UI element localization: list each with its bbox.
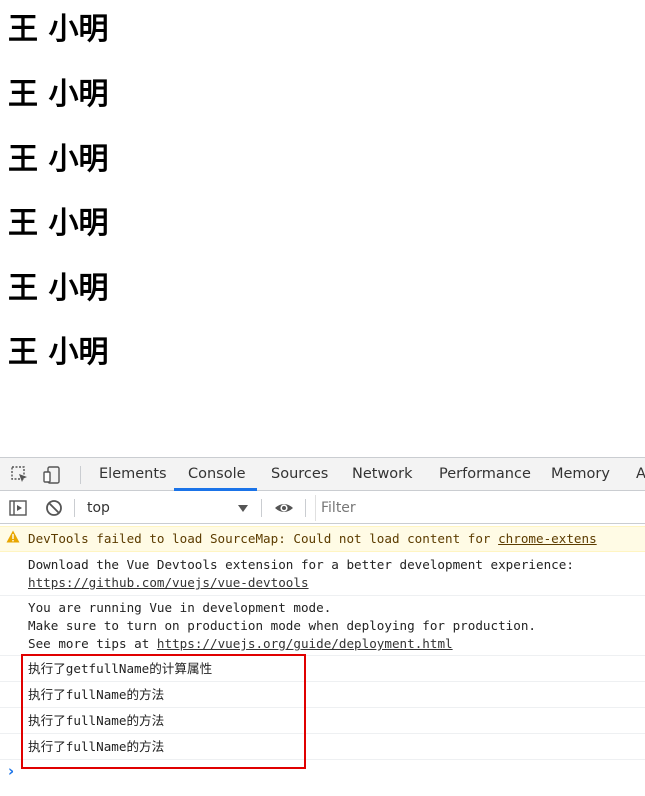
- highlight-annotation-box: [21, 654, 306, 769]
- device-toolbar-icon[interactable]: [42, 465, 62, 485]
- eye-icon[interactable]: [274, 499, 294, 517]
- filter-input[interactable]: [315, 495, 645, 521]
- warning-icon: [6, 530, 20, 543]
- console-log-message: Download the Vue Devtools extension for …: [0, 553, 645, 596]
- log-text: See more tips at: [28, 636, 157, 651]
- name-heading: 王 小明: [8, 77, 109, 112]
- toolbar-divider: [80, 466, 81, 484]
- toolbar-divider: [261, 499, 262, 517]
- tab-sources[interactable]: Sources: [271, 458, 328, 491]
- console-log-message: You are running Vue in development mode.…: [0, 597, 645, 656]
- console-warning-message: DevTools failed to load SourceMap: Could…: [0, 526, 645, 552]
- tab-elements[interactable]: Elements: [99, 458, 167, 491]
- name-heading: 王 小明: [8, 12, 109, 47]
- tab-network[interactable]: Network: [352, 458, 413, 491]
- context-selector[interactable]: top: [80, 496, 256, 520]
- context-value: top: [87, 500, 110, 516]
- page-content: 王 小明 王 小明 王 小明 王 小明 王 小明 王 小明: [0, 0, 645, 457]
- vue-deployment-link[interactable]: https://vuejs.org/guide/deployment.html: [157, 636, 453, 651]
- toolbar-divider: [305, 499, 306, 517]
- tab-memory[interactable]: Memory: [551, 458, 610, 491]
- log-text: Make sure to turn on production mode whe…: [28, 618, 536, 633]
- name-heading: 王 小明: [8, 335, 109, 370]
- tab-overflow[interactable]: A: [636, 458, 645, 491]
- inspect-element-icon[interactable]: [10, 465, 30, 485]
- devtools-tabbar: Elements Console Sources Network Perform…: [0, 458, 645, 491]
- toolbar-divider: [74, 499, 75, 517]
- name-heading: 王 小明: [8, 206, 109, 241]
- warning-link[interactable]: chrome-extens: [498, 531, 597, 546]
- clear-console-icon[interactable]: [45, 499, 63, 517]
- console-toolbar: top: [0, 492, 645, 524]
- log-text: Download the Vue Devtools extension for …: [28, 557, 574, 572]
- tab-console[interactable]: Console: [188, 458, 246, 491]
- console-prompt-icon[interactable]: ›: [8, 762, 14, 780]
- log-text: You are running Vue in development mode.: [28, 600, 332, 615]
- tab-performance[interactable]: Performance: [439, 458, 531, 491]
- active-tab-indicator: [174, 488, 257, 491]
- warning-text: DevTools failed to load SourceMap: Could…: [28, 531, 499, 546]
- name-heading: 王 小明: [8, 271, 109, 306]
- name-heading: 王 小明: [8, 142, 109, 177]
- chevron-down-icon: [238, 505, 248, 512]
- vue-devtools-link[interactable]: https://github.com/vuejs/vue-devtools: [28, 574, 309, 592]
- sidebar-toggle-icon[interactable]: [9, 499, 27, 517]
